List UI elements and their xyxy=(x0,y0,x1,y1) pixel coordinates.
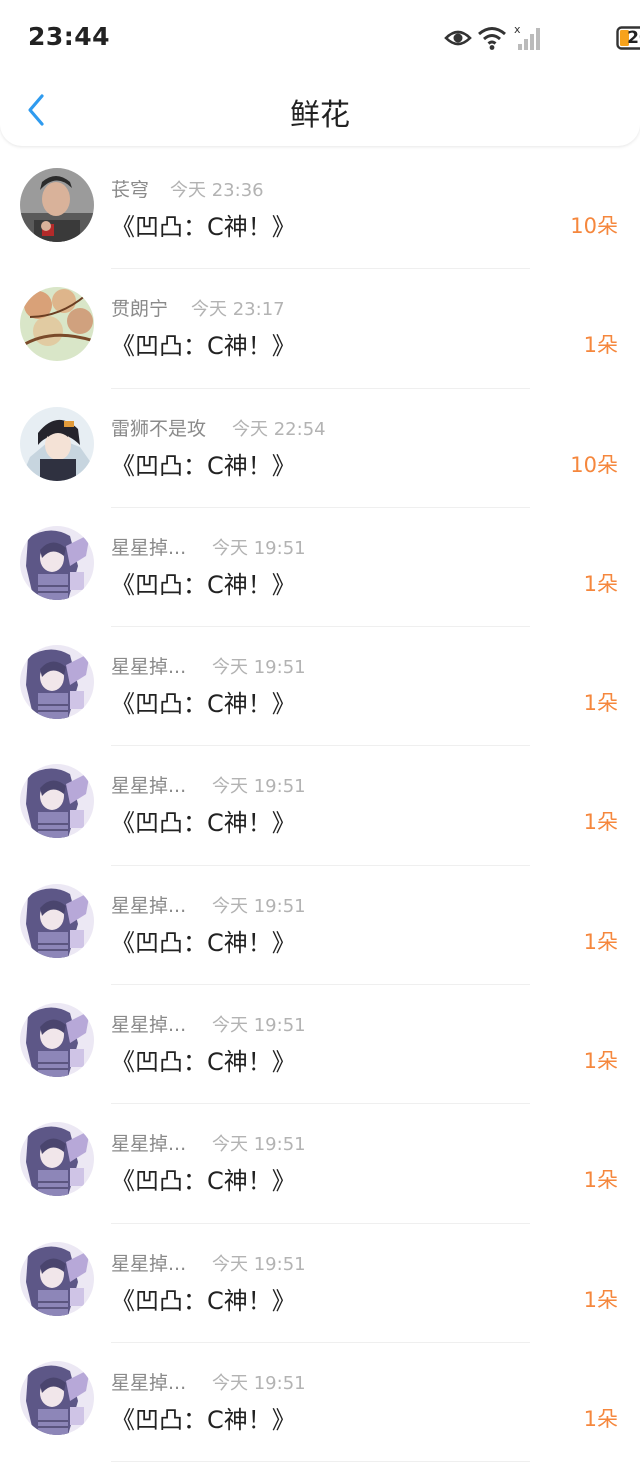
avatar[interactable] xyxy=(20,1003,94,1077)
user-name[interactable]: 星星掉... xyxy=(111,1010,186,1037)
flower-count: 1朵 xyxy=(584,926,618,956)
work-title[interactable]: 《凹凸：C神！》 xyxy=(111,326,296,361)
user-name[interactable]: 星星掉... xyxy=(111,652,186,679)
user-name[interactable]: 星星掉... xyxy=(111,1368,186,1395)
timestamp: 今天 19:51 xyxy=(212,1250,306,1276)
flower-count: 10朵 xyxy=(570,449,618,479)
page-title: 鲜花 xyxy=(0,90,640,134)
app-header: 23:44 x 20 鲜花 xyxy=(0,0,640,146)
signal-icon: x xyxy=(514,22,544,58)
timestamp: 今天 23:17 xyxy=(191,295,285,321)
flower-count: 1朵 xyxy=(584,1164,618,1194)
work-title[interactable]: 《凹凸：C神！》 xyxy=(111,923,296,958)
list-item[interactable]: 星星掉... 今天 19:51 《凹凸：C神！》 1朵 xyxy=(0,508,640,627)
list-item[interactable]: 星星掉... 今天 19:51 《凹凸：C神！》 1朵 xyxy=(0,746,640,865)
work-title[interactable]: 《凹凸：C神！》 xyxy=(111,207,296,242)
avatar[interactable] xyxy=(20,764,94,838)
flower-list: 苌穹今天 23:36 《凹凸：C神！》 10朵 贯朗宁今天 23:17 《凹凸：C神！… xyxy=(0,150,640,1462)
list-item[interactable]: 星星掉... 今天 19:51 《凹凸：C神！》 1朵 xyxy=(0,1224,640,1343)
avatar[interactable] xyxy=(20,168,94,242)
avatar[interactable] xyxy=(20,1242,94,1316)
wifi-icon xyxy=(476,22,508,58)
svg-text:x: x xyxy=(514,23,521,36)
flower-count: 1朵 xyxy=(584,1403,618,1433)
work-title[interactable]: 《凹凸：C神！》 xyxy=(111,1161,296,1196)
timestamp: 今天 23:36 xyxy=(170,176,264,202)
battery-level: 20 xyxy=(619,27,640,49)
timestamp: 今天 19:51 xyxy=(212,1369,306,1395)
user-name[interactable]: 雷狮不是攻 xyxy=(111,414,206,441)
user-name[interactable]: 星星掉... xyxy=(111,771,186,798)
flower-count: 1朵 xyxy=(584,687,618,717)
work-title[interactable]: 《凹凸：C神！》 xyxy=(111,1042,296,1077)
avatar[interactable] xyxy=(20,884,94,958)
work-title[interactable]: 《凹凸：C神！》 xyxy=(111,1400,296,1435)
avatar[interactable] xyxy=(20,407,94,481)
user-name[interactable]: 星星掉... xyxy=(111,533,186,560)
work-title[interactable]: 《凹凸：C神！》 xyxy=(111,565,296,600)
timestamp: 今天 19:51 xyxy=(212,892,306,918)
status-time: 23:44 xyxy=(28,22,110,51)
timestamp: 今天 19:51 xyxy=(212,653,306,679)
list-item[interactable]: 星星掉... 今天 19:51 《凹凸：C神！》 1朵 xyxy=(0,1104,640,1223)
user-name[interactable]: 星星掉... xyxy=(111,1129,186,1156)
work-title[interactable]: 《凹凸：C神！》 xyxy=(111,1281,296,1316)
flower-count: 10朵 xyxy=(570,210,618,240)
timestamp: 今天 19:51 xyxy=(212,1011,306,1037)
timestamp: 今天 22:54 xyxy=(232,415,326,441)
flower-count: 1朵 xyxy=(584,329,618,359)
user-name[interactable]: 星星掉... xyxy=(111,1249,186,1276)
flower-count: 1朵 xyxy=(584,1045,618,1075)
list-item[interactable]: 雷狮不是攻今天 22:54 《凹凸：C神！》 10朵 xyxy=(0,389,640,508)
flower-count: 1朵 xyxy=(584,806,618,836)
flower-count: 1朵 xyxy=(584,1284,618,1314)
work-title[interactable]: 《凹凸：C神！》 xyxy=(111,684,296,719)
status-bar: 23:44 x 20 xyxy=(0,0,640,76)
avatar[interactable] xyxy=(20,287,94,361)
user-name[interactable]: 贯朗宁 xyxy=(111,294,168,321)
timestamp: 今天 19:51 xyxy=(212,534,306,560)
timestamp: 今天 19:51 xyxy=(212,1130,306,1156)
flower-count: 1朵 xyxy=(584,568,618,598)
nav-bar: 鲜花 xyxy=(0,76,640,146)
list-item[interactable]: 星星掉... 今天 19:51 《凹凸：C神！》 1朵 xyxy=(0,1343,640,1462)
work-title[interactable]: 《凹凸：C神！》 xyxy=(111,803,296,838)
user-name[interactable]: 苌穹 xyxy=(111,175,149,202)
avatar[interactable] xyxy=(20,1361,94,1435)
avatar[interactable] xyxy=(20,526,94,600)
avatar[interactable] xyxy=(20,1122,94,1196)
work-title[interactable]: 《凹凸：C神！》 xyxy=(111,446,296,481)
list-item[interactable]: 星星掉... 今天 19:51 《凹凸：C神！》 1朵 xyxy=(0,627,640,746)
timestamp: 今天 19:51 xyxy=(212,772,306,798)
avatar[interactable] xyxy=(20,645,94,719)
list-item[interactable]: 苌穹今天 23:36 《凹凸：C神！》 10朵 xyxy=(0,150,640,269)
list-item[interactable]: 星星掉... 今天 19:51 《凹凸：C神！》 1朵 xyxy=(0,985,640,1104)
list-item[interactable]: 星星掉... 今天 19:51 《凹凸：C神！》 1朵 xyxy=(0,866,640,985)
eye-icon xyxy=(444,22,472,58)
user-name[interactable]: 星星掉... xyxy=(111,891,186,918)
list-item[interactable]: 贯朗宁今天 23:17 《凹凸：C神！》 1朵 xyxy=(0,269,640,388)
